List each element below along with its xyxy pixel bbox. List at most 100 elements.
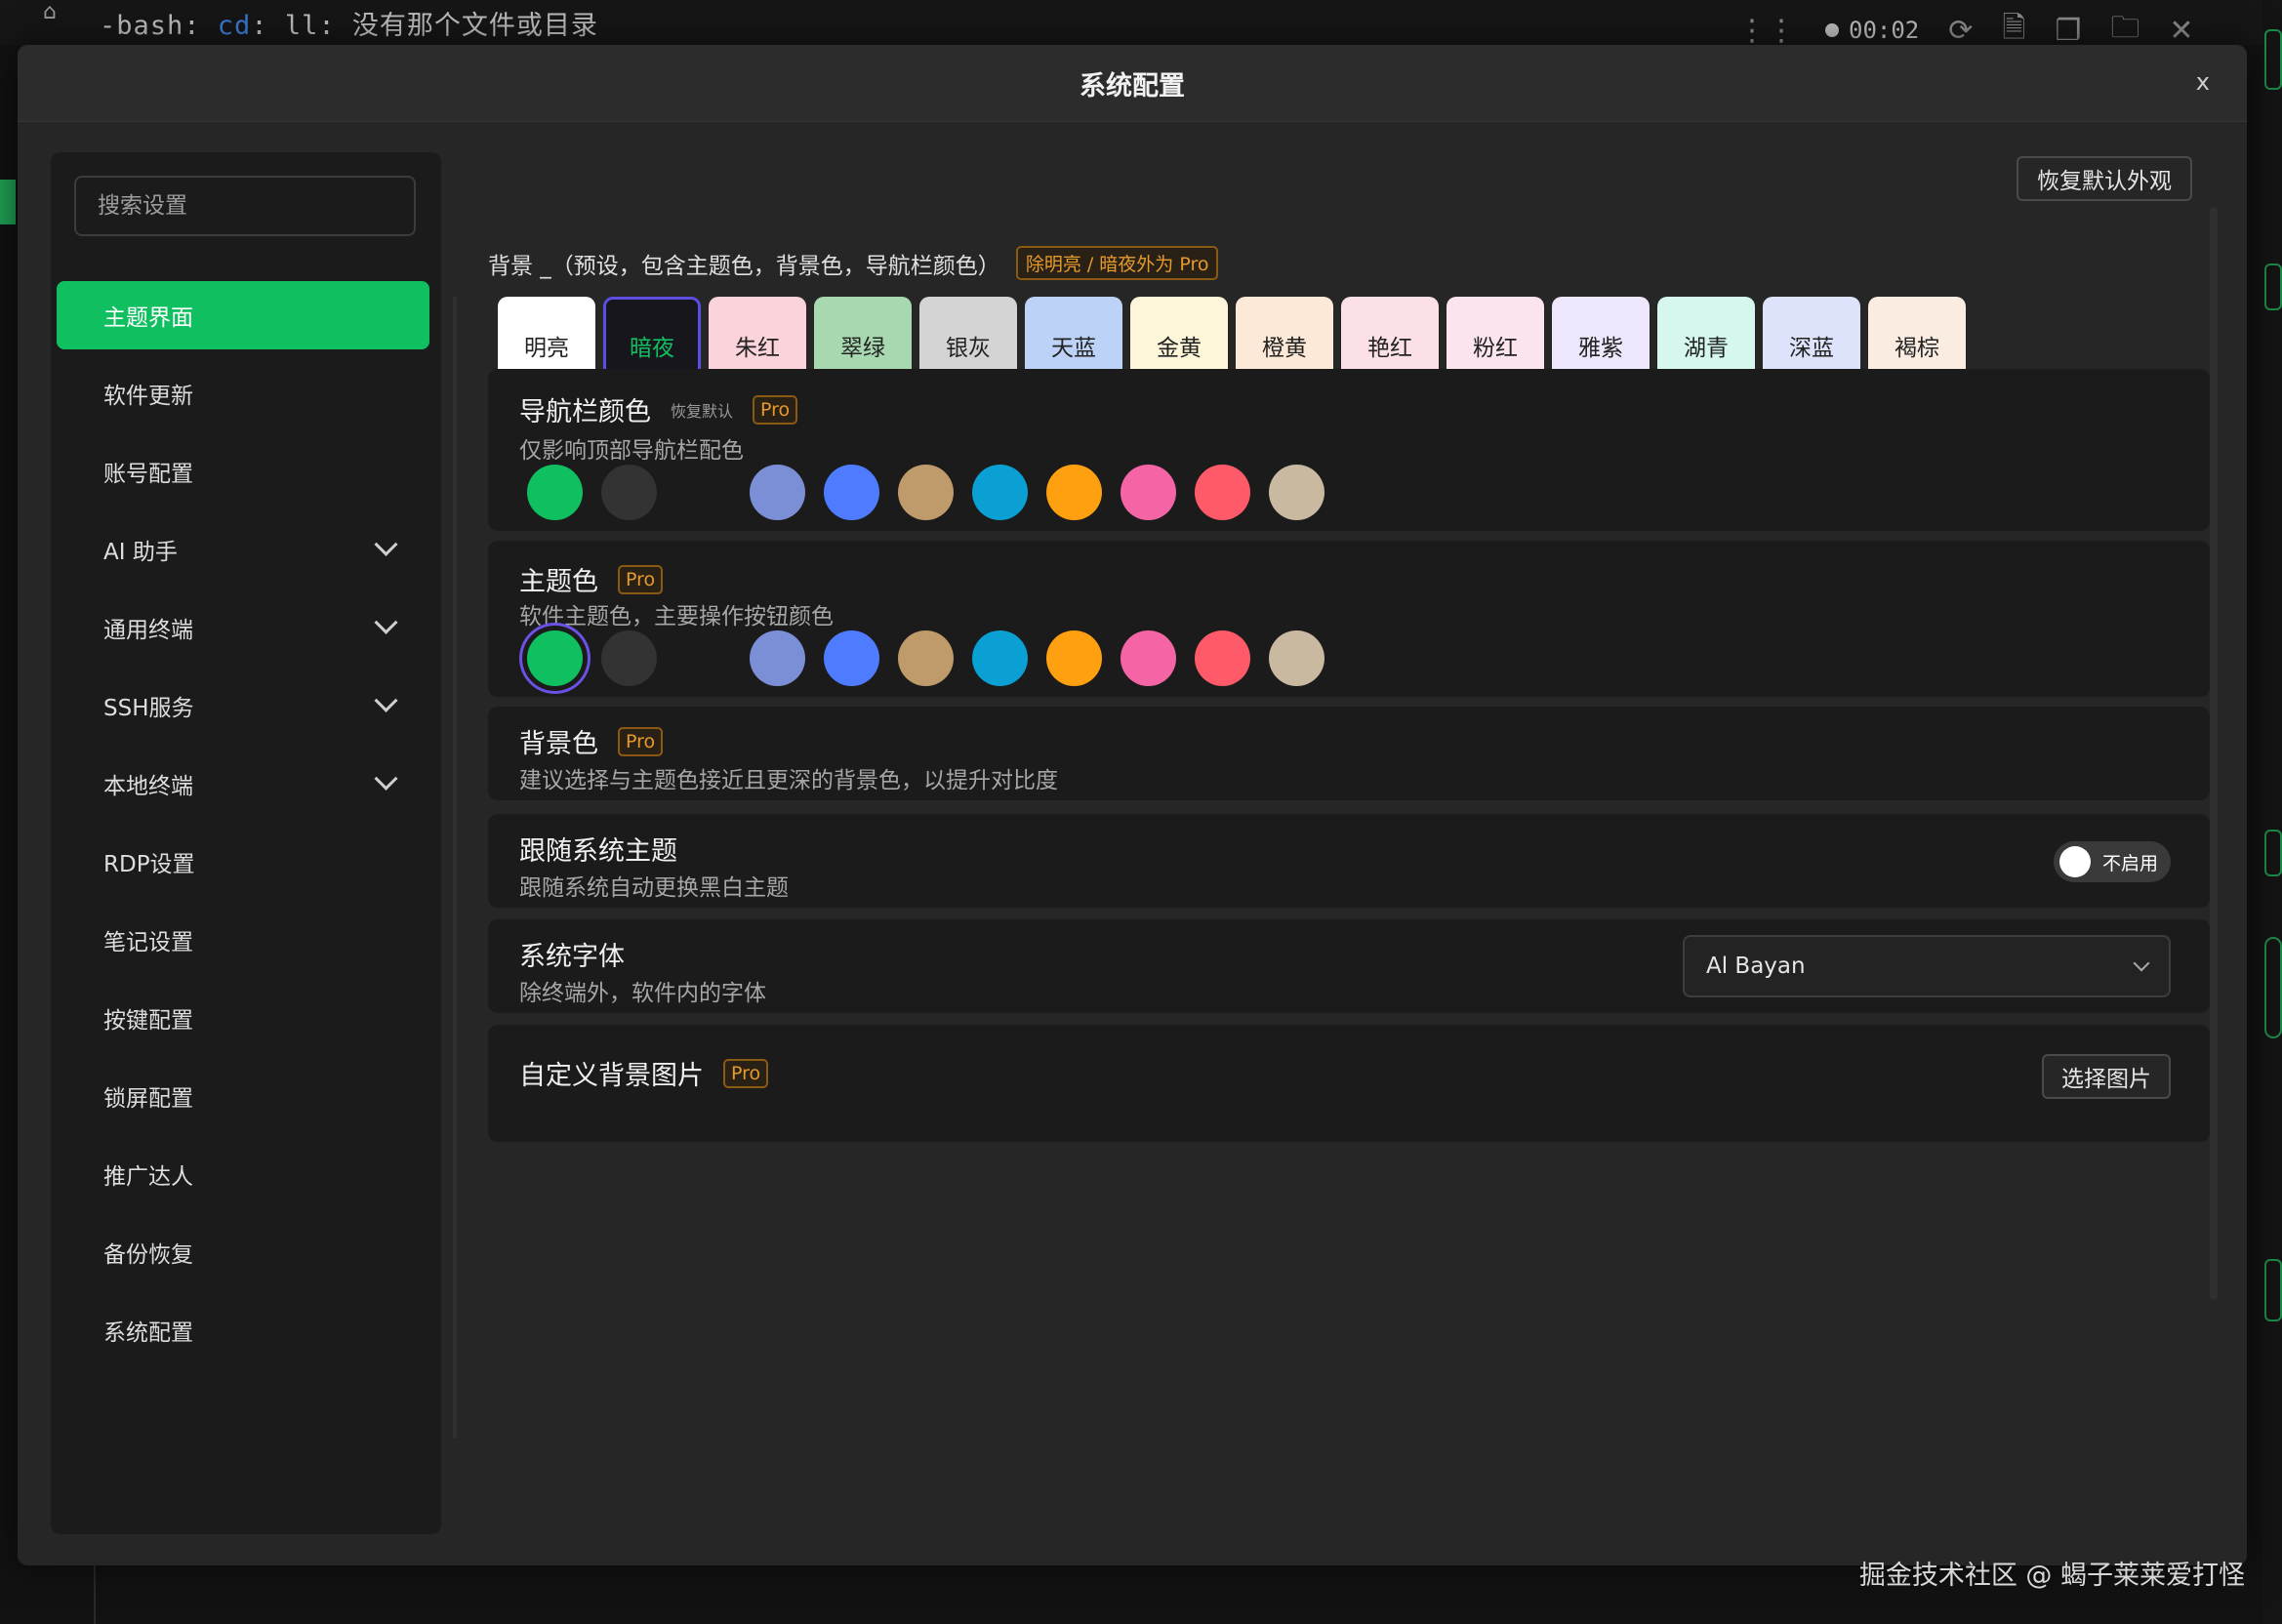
- system-font-select[interactable]: Al Bayan: [1683, 935, 2171, 997]
- custom-bg-title: 自定义背景图片: [519, 1061, 704, 1091]
- sidebar-item-3[interactable]: AI 助手: [57, 515, 429, 584]
- search-input[interactable]: [74, 176, 416, 236]
- sidebar-item-label: 锁屏配置: [103, 1086, 193, 1112]
- system-font-title: 系统字体: [519, 942, 625, 972]
- follow-system-title-row: 跟随系统主题: [519, 830, 677, 868]
- nav-color-swatch-10[interactable]: [1269, 465, 1324, 520]
- nav-color-swatch-2[interactable]: [675, 465, 731, 520]
- chevron-down-icon: [374, 688, 398, 712]
- chevron-down-icon: [374, 610, 398, 634]
- theme-color-swatch-8[interactable]: [1121, 630, 1176, 686]
- sidebar-item-6[interactable]: 本地终端: [57, 750, 429, 818]
- follow-system-card: 跟随系统主题 跟随系统自动更换黑白主题 不启用: [488, 814, 2210, 908]
- nav-color-swatch-6[interactable]: [972, 465, 1028, 520]
- sidebar-item-8[interactable]: 笔记设置: [57, 906, 429, 974]
- system-font-card: 系统字体 除终端外，软件内的字体 Al Bayan: [488, 919, 2210, 1013]
- drag-handle-icon[interactable]: ⋮⋮: [1737, 14, 1796, 48]
- settings-sidebar: 主题界面软件更新账号配置 AI 助手通用终端 SSH服务本地终端 RDP设置笔记设置按…: [51, 152, 441, 1534]
- sidebar-item-label: 系统配置: [103, 1320, 193, 1346]
- timer-value: 00:02: [1849, 17, 1920, 44]
- timer: 00:02: [1825, 17, 1919, 44]
- theme-color-swatch-2[interactable]: [675, 630, 731, 686]
- nav-color-swatch-1[interactable]: [601, 465, 657, 520]
- sidebar-item-11[interactable]: 推广达人: [57, 1140, 429, 1208]
- chevron-down-icon: [374, 532, 398, 556]
- sidebar-item-0[interactable]: 主题界面: [57, 281, 429, 349]
- sidebar-item-9[interactable]: 按键配置: [57, 984, 429, 1052]
- theme-color-swatch-10[interactable]: [1269, 630, 1324, 686]
- right-gutter: [2262, 0, 2282, 1624]
- nav-color-swatch-5[interactable]: [898, 465, 954, 520]
- system-font-title-row: 系统字体: [519, 935, 625, 973]
- dialog-header: 系统配置 x: [18, 45, 2247, 122]
- sidebar-item-1[interactable]: 软件更新: [57, 359, 429, 427]
- sidebar-item-4[interactable]: 通用终端: [57, 593, 429, 662]
- close-icon[interactable]: ✕: [2169, 14, 2193, 48]
- nav-color-swatch-8[interactable]: [1121, 465, 1176, 520]
- terminal-rest: : ll: 没有那个文件或目录: [251, 11, 598, 41]
- terminal-prefix: -bash:: [100, 11, 218, 41]
- nav-color-swatch-0[interactable]: [527, 465, 583, 520]
- terminal-cmd: cd: [217, 11, 252, 41]
- record-dot-icon: [1825, 23, 1839, 37]
- theme-color-swatch-6[interactable]: [972, 630, 1028, 686]
- system-font-desc: 除终端外，软件内的字体: [519, 981, 766, 1006]
- sidebar-item-label: SSH服务: [103, 696, 194, 721]
- nav-color-reset-link[interactable]: 恢复默认: [671, 398, 733, 422]
- theme-color-title-row: 主题色 Pro: [519, 560, 664, 598]
- nav-color-swatch-4[interactable]: [824, 465, 879, 520]
- system-font-value: Al Bayan: [1706, 954, 1806, 979]
- dialog-title: 系统配置: [1080, 71, 1185, 102]
- nav-color-swatch-3[interactable]: [750, 465, 805, 520]
- theme-color-desc: 软件主题色，主要操作按钮颜色: [519, 604, 834, 629]
- theme-color-swatch-0[interactable]: [527, 630, 583, 686]
- theme-color-swatch-3[interactable]: [750, 630, 805, 686]
- theme-color-swatch-1[interactable]: [601, 630, 657, 686]
- theme-color-swatch-7[interactable]: [1046, 630, 1102, 686]
- chevron-down-icon: [2133, 954, 2150, 972]
- dialog-close-button[interactable]: x: [2196, 68, 2210, 96]
- gutter-mark: [2264, 1259, 2282, 1321]
- reset-appearance-button[interactable]: 恢复默认外观: [2017, 156, 2192, 201]
- nav-color-desc: 仅影响顶部导航栏配色: [519, 438, 744, 464]
- nav-color-card: 导航栏颜色 恢复默认 Pro 仅影响顶部导航栏配色: [488, 369, 2210, 531]
- sidebar-nav: 主题界面软件更新账号配置 AI 助手通用终端 SSH服务本地终端 RDP设置笔记设置按…: [57, 281, 429, 1374]
- nav-color-title: 导航栏颜色: [519, 397, 651, 427]
- gutter-mark: [2264, 830, 2282, 876]
- toggle-label: 不启用: [2102, 852, 2159, 874]
- choose-image-button[interactable]: 选择图片: [2042, 1054, 2171, 1099]
- sidebar-item-label: 通用终端: [103, 618, 193, 643]
- sidebar-item-12[interactable]: 备份恢复: [57, 1218, 429, 1286]
- sidebar-item-label: 账号配置: [103, 462, 193, 487]
- nav-color-swatch-9[interactable]: [1195, 465, 1250, 520]
- sidebar-item-label: RDP设置: [103, 852, 195, 877]
- theme-color-swatch-9[interactable]: [1195, 630, 1250, 686]
- sidebar-item-5[interactable]: SSH服务: [57, 671, 429, 740]
- theme-color-title: 主题色: [519, 567, 598, 597]
- main-scrollbar[interactable]: [2210, 207, 2218, 1300]
- sidebar-item-2[interactable]: 账号配置: [57, 437, 429, 506]
- sidebar-item-label: 本地终端: [103, 774, 193, 799]
- nav-color-swatch-7[interactable]: [1046, 465, 1102, 520]
- follow-system-title: 跟随系统主题: [519, 836, 677, 867]
- copy-icon[interactable]: ❐: [2056, 14, 2082, 48]
- pro-badge: Pro: [618, 564, 664, 594]
- sidebar-item-label: 备份恢复: [103, 1242, 193, 1268]
- sidebar-scrollbar[interactable]: [453, 297, 457, 1439]
- nav-color-title-row: 导航栏颜色 恢复默认 Pro: [519, 390, 798, 428]
- bg-color-title: 背景色: [519, 729, 598, 759]
- sidebar-item-13[interactable]: 系统配置: [57, 1296, 429, 1364]
- refresh-icon[interactable]: ⟳: [1948, 14, 1973, 48]
- follow-system-desc: 跟随系统自动更换黑白主题: [519, 875, 789, 901]
- sidebar-item-label: 软件更新: [103, 384, 193, 409]
- sidebar-item-7[interactable]: RDP设置: [57, 828, 429, 896]
- sidebar-item-label: 推广达人: [103, 1164, 193, 1190]
- bg-color-title-row: 背景色 Pro: [519, 722, 664, 760]
- custom-bg-card: 自定义背景图片 Pro 选择图片: [488, 1025, 2210, 1142]
- settings-dialog: 系统配置 x 主题界面软件更新账号配置 AI 助手通用终端 SSH服务本地终端 RDP…: [18, 45, 2247, 1565]
- theme-color-swatch-5[interactable]: [898, 630, 954, 686]
- follow-system-toggle[interactable]: 不启用: [2054, 841, 2171, 882]
- active-tab-indicator: [0, 180, 16, 224]
- sidebar-item-10[interactable]: 锁屏配置: [57, 1062, 429, 1130]
- theme-color-swatch-4[interactable]: [824, 630, 879, 686]
